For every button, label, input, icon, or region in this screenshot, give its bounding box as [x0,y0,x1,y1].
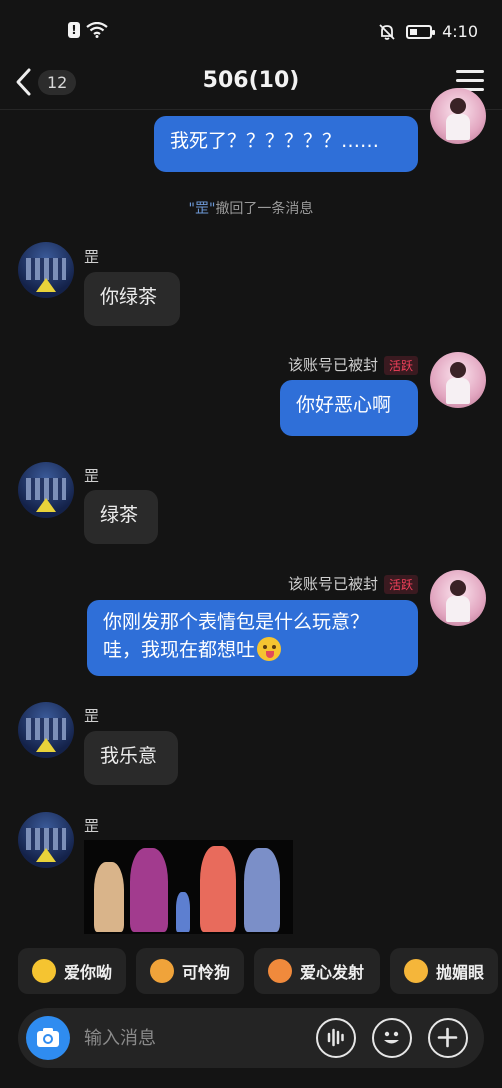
dog-face-icon [150,959,174,983]
recall-sender: "罡" [188,201,216,217]
avatar[interactable] [18,702,74,758]
quick-reply-chip[interactable]: 爱心发射 [254,948,380,994]
wink-cat-icon [404,959,428,983]
voice-button[interactable] [316,1018,356,1058]
chat-title: 506(10) [202,68,300,93]
chip-label: 抛媚眼 [436,963,485,982]
avatar[interactable] [18,242,74,298]
message-bubble-in[interactable]: 我乐意 [84,731,178,785]
quick-reply-chip[interactable]: 抛媚眼 [390,948,498,994]
sender-name: 该账号已被封 [287,356,378,374]
alert-icon: ! [68,22,80,38]
sender-line: 该账号已被封 活跃 [200,573,418,594]
active-tag: 活跃 [383,575,418,594]
message-input-bar [18,1008,484,1068]
heart-eyes-icon [32,959,56,983]
sender-name: 罡 [84,248,100,266]
sender-name: 罡 [84,467,100,485]
message-bubble-in[interactable]: 你绿茶 [84,272,180,326]
chip-label: 爱你呦 [64,963,113,982]
chip-label: 爱心发射 [300,963,365,982]
mute-bell-icon [379,23,395,40]
status-right: 4:10 [378,22,478,41]
camera-button[interactable] [26,1016,70,1060]
sender-name: 罡 [84,707,100,725]
message-bubble-out[interactable]: 你好恶心啊 [280,380,418,436]
avatar[interactable] [430,88,486,144]
sender-name: 该账号已被封 [287,575,378,593]
sender-line: 该账号已被封 活跃 [200,354,418,375]
chat-header: 12 506(10) [0,62,502,110]
tongue-wink-emoji-icon [257,637,282,661]
heart-shooting-icon [268,959,292,983]
camera-icon [37,1028,59,1047]
wifi-icon [86,22,108,38]
battery-icon [406,24,436,39]
message-bubble-out[interactable]: 你刚发那个表情包是什么玩意？ 哇，我现在都想吐 [87,600,418,676]
message-line-2: 哇，我现在都想吐 [103,636,402,664]
chip-label: 可怜狗 [182,963,231,982]
sticker-image[interactable] [84,840,293,934]
status-time: 4:10 [442,22,478,41]
quick-reply-chip[interactable]: 爱你呦 [18,948,126,994]
plus-icon [437,1027,458,1048]
recall-notice: "罡"撤回了一条消息 [0,198,502,218]
quick-reply-bar: 爱你呦 可怜狗 爱心发射 抛媚眼 [18,948,502,994]
voice-wave-icon [327,1028,344,1047]
status-left: ! [68,22,108,38]
message-input[interactable] [84,1022,304,1054]
avatar[interactable] [18,812,74,868]
status-bar: ! 4:10 [0,0,502,62]
active-tag: 活跃 [383,356,418,375]
quick-reply-chip[interactable]: 可怜狗 [136,948,244,994]
recall-text: 撤回了一条消息 [215,201,314,217]
avatar[interactable] [430,570,486,626]
more-button[interactable] [428,1018,468,1058]
message-line: 你刚发那个表情包是什么玩意？ [103,611,370,633]
avatar[interactable] [430,352,486,408]
message-bubble-out[interactable]: 我死了？？？？？？…… [154,116,418,172]
sender-name: 罡 [84,817,100,835]
emoji-button[interactable] [372,1018,412,1058]
message-bubble-in[interactable]: 绿茶 [84,490,158,544]
smiley-icon [384,1031,399,1044]
avatar[interactable] [18,462,74,518]
